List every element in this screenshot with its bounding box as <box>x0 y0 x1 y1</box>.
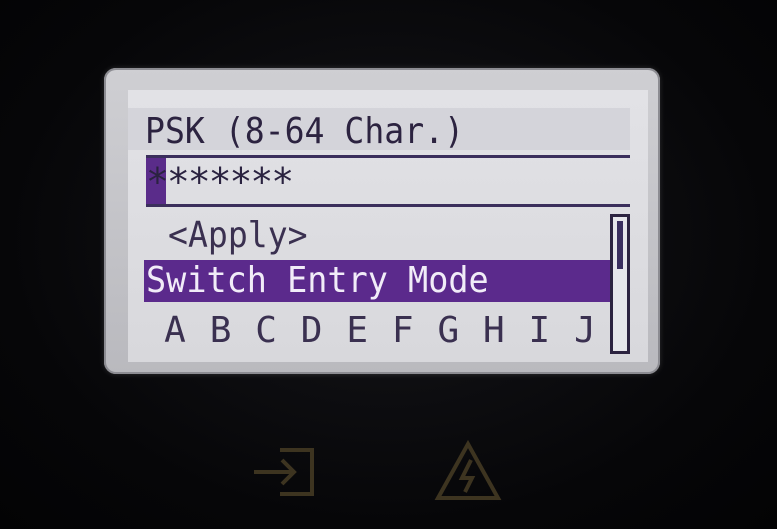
char-option[interactable]: E <box>342 310 372 352</box>
menu-item-apply[interactable]: <Apply> <box>168 216 308 256</box>
char-option[interactable]: D <box>297 310 327 352</box>
scrollbar-thumb[interactable] <box>617 221 623 269</box>
warning-lightning-icon <box>434 440 502 500</box>
char-option[interactable]: B <box>206 310 236 352</box>
login-arrow-icon <box>254 448 314 496</box>
lcd-screen: PSK (8-64 Char.) ******* <Apply> Switch … <box>128 90 648 362</box>
char-option[interactable]: J <box>570 310 600 352</box>
psk-input-field[interactable]: ******* <box>146 158 630 204</box>
character-picker-row[interactable]: A B C D E F G H I J <box>160 310 600 352</box>
menu-item-switch-entry-mode[interactable]: Switch Entry Mode <box>146 260 489 302</box>
char-option[interactable]: C <box>251 310 281 352</box>
char-option[interactable]: H <box>479 310 509 352</box>
menu-scrollbar[interactable] <box>610 214 630 354</box>
screen-title: PSK (8-64 Char.) <box>145 111 465 152</box>
char-option[interactable]: G <box>433 310 463 352</box>
psk-input-value: ******* <box>146 160 294 204</box>
field-bottom-rule <box>146 204 630 207</box>
char-option[interactable]: I <box>524 310 554 352</box>
char-option[interactable]: A <box>160 310 190 352</box>
char-option[interactable]: F <box>388 310 418 352</box>
